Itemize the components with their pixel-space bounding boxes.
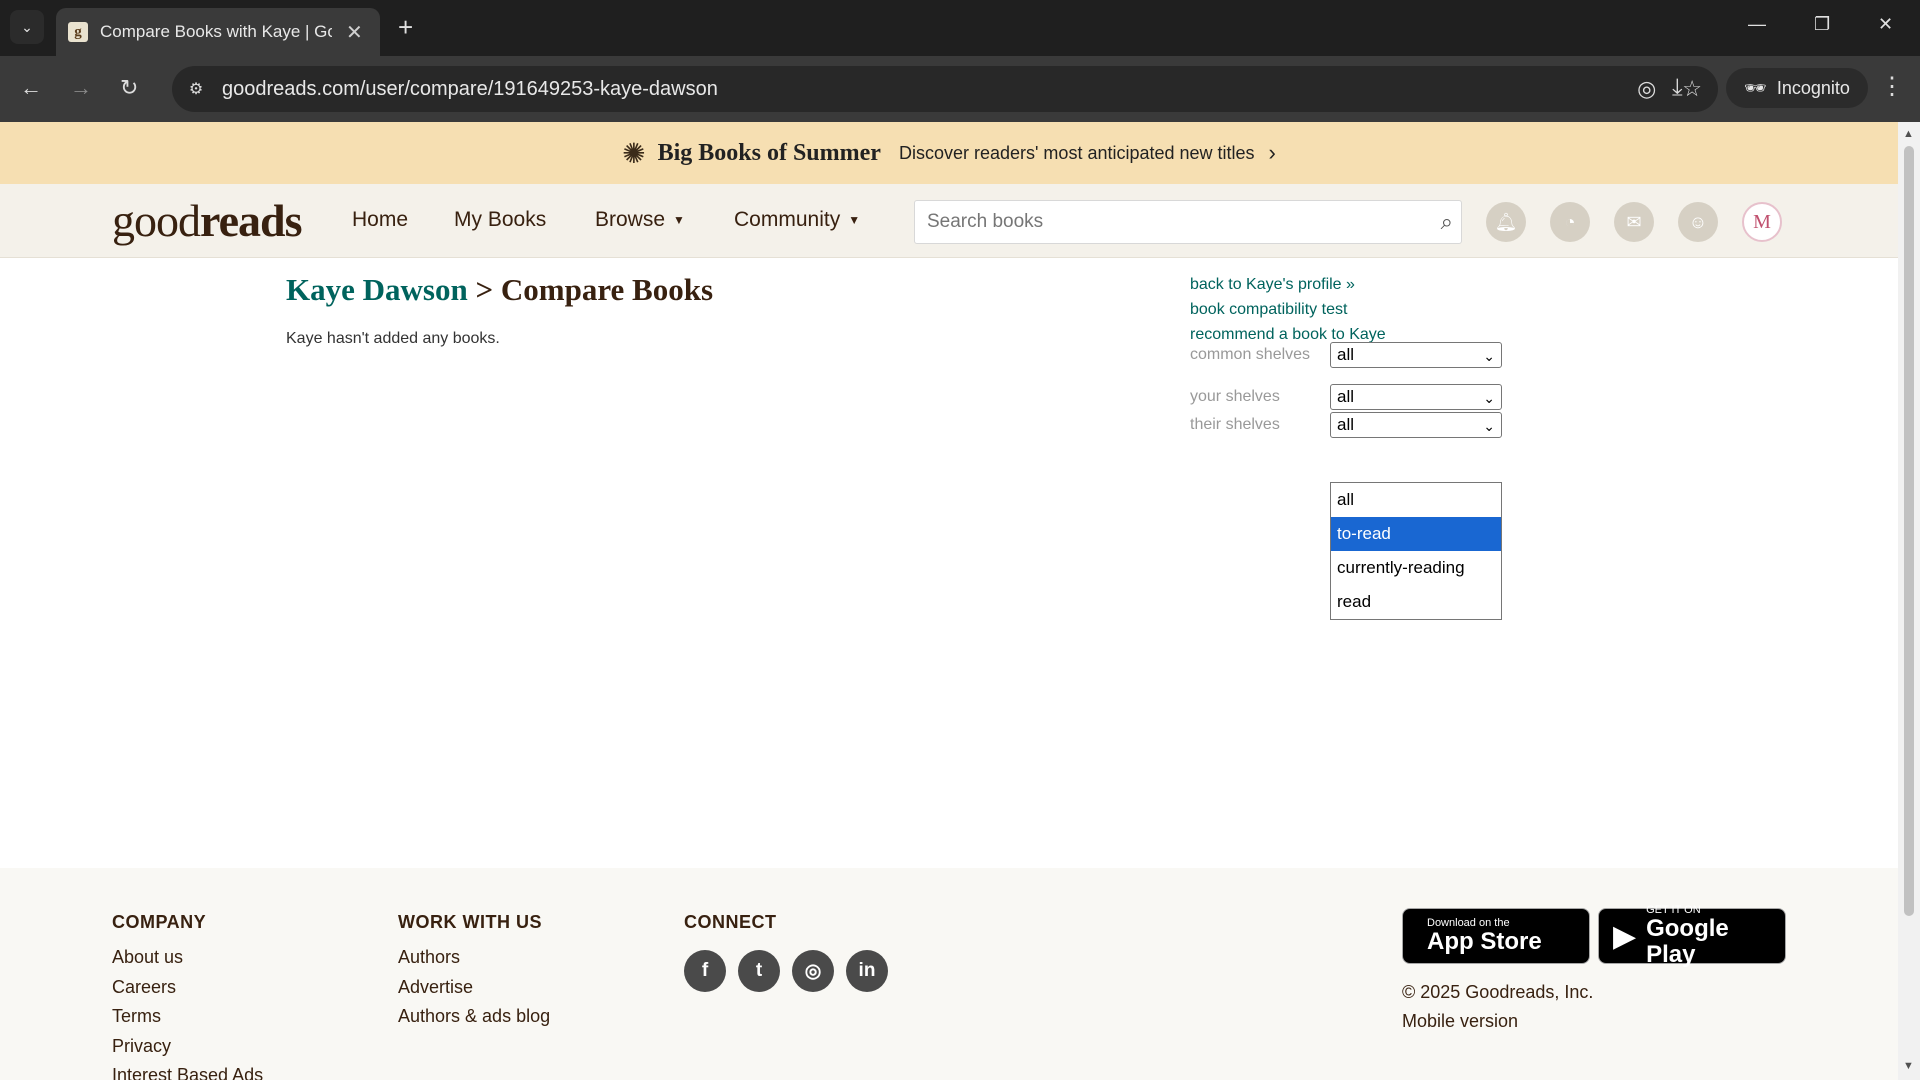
user-profile-link[interactable]: Kaye Dawson bbox=[286, 272, 468, 307]
browser-tab-strip: ⌄ g Compare Books with Kaye | Goodreads … bbox=[0, 0, 1920, 56]
window-close-icon[interactable]: ✕ bbox=[1878, 14, 1893, 35]
linkedin-icon[interactable]: in bbox=[846, 950, 888, 992]
promo-banner[interactable]: ✺ Big Books of Summer Discover readers' … bbox=[0, 122, 1898, 184]
forward-arrow-icon[interactable]: → bbox=[70, 76, 92, 100]
bell-icon[interactable]: 🔔︎ bbox=[1486, 202, 1526, 242]
download-icon[interactable]: ⤓ bbox=[1672, 74, 1683, 102]
social-links: f t ◎ in bbox=[684, 950, 888, 992]
incognito-icon: 🕶 bbox=[1744, 77, 1767, 98]
your-shelves-label: your shelves bbox=[1190, 388, 1280, 405]
footer-heading: WORK WITH US bbox=[398, 912, 542, 932]
footer-connect: CONNECT bbox=[684, 912, 777, 943]
twitter-icon[interactable]: t bbox=[738, 950, 780, 992]
url-text[interactable]: goodreads.com/user/compare/191649253-kay… bbox=[222, 78, 718, 101]
page-scrollbar[interactable]: ▲ ▼ bbox=[1898, 122, 1920, 1080]
scrollbar-thumb[interactable] bbox=[1904, 146, 1914, 916]
restore-icon[interactable]: ❐ bbox=[1814, 14, 1830, 35]
empty-message: Kaye hasn't added any books. bbox=[286, 330, 500, 347]
common-shelves-select[interactable]: all ⌄ bbox=[1330, 342, 1502, 368]
footer-link[interactable]: Advertise bbox=[398, 973, 550, 1003]
bookmark-star-icon[interactable]: ☆ bbox=[1682, 76, 1702, 102]
promo-title: Big Books of Summer bbox=[657, 139, 881, 166]
site-footer: COMPANY About us Careers Terms Privacy I… bbox=[0, 868, 1898, 1080]
facebook-icon[interactable]: f bbox=[684, 950, 726, 992]
caret-down-icon: ▼ bbox=[673, 213, 685, 228]
chevron-down-icon: ⌄ bbox=[1483, 390, 1495, 406]
footer-link[interactable]: Authors bbox=[398, 943, 550, 973]
address-bar[interactable]: ⚙ goodreads.com/user/compare/191649253-k… bbox=[172, 66, 1718, 112]
avatar[interactable]: M bbox=[1742, 202, 1782, 242]
incognito-badge[interactable]: 🕶 Incognito bbox=[1726, 68, 1868, 108]
page-title: Kaye Dawson > Compare Books bbox=[286, 272, 714, 307]
site-settings-icon[interactable]: ⚙ bbox=[182, 75, 210, 103]
browser-menu-icon[interactable]: ⋮ bbox=[1880, 72, 1904, 101]
common-shelves-label: common shelves bbox=[1190, 346, 1311, 363]
chevron-down-icon: ⌄ bbox=[1483, 418, 1495, 434]
browser-tab-active[interactable]: g Compare Books with Kaye | Goodreads ✕ bbox=[56, 8, 380, 56]
goodreads-favicon-icon: g bbox=[68, 22, 88, 42]
browser-toolbar: ← → ↻ ⚙ goodreads.com/user/compare/19164… bbox=[0, 56, 1920, 122]
nav-my-books[interactable]: My Books bbox=[454, 208, 546, 232]
search-icon[interactable]: ⌕ bbox=[1441, 209, 1453, 235]
nav-community[interactable]: Community ▼ bbox=[734, 208, 860, 232]
tab-title: Compare Books with Kaye | Goodreads bbox=[100, 22, 332, 41]
chat-icon[interactable]: ◔ bbox=[1550, 202, 1590, 242]
play-triangle-icon: ▶ bbox=[1613, 919, 1637, 953]
minimize-icon[interactable]: — bbox=[1748, 14, 1766, 35]
footer-link[interactable]: Privacy bbox=[112, 1032, 263, 1062]
caret-down-icon: ▼ bbox=[848, 213, 861, 228]
chevron-right-icon: › bbox=[1268, 140, 1276, 165]
nav-home[interactable]: Home bbox=[352, 208, 408, 232]
dropdown-option-currently-reading[interactable]: currently-reading bbox=[1331, 551, 1501, 585]
scroll-down-icon[interactable]: ▼ bbox=[1903, 1060, 1914, 1072]
back-to-profile-link[interactable]: back to Kaye's profile » bbox=[1190, 272, 1386, 297]
search-box: ⌕ bbox=[914, 200, 1462, 244]
dropdown-option-all[interactable]: all bbox=[1331, 483, 1501, 517]
their-shelves-dropdown-list: all to-read currently-reading read bbox=[1330, 482, 1502, 620]
footer-heading: COMPANY bbox=[112, 912, 207, 932]
promo-text: Discover readers' most anticipated new t… bbox=[898, 142, 1255, 163]
footer-link[interactable]: Authors & ads blog bbox=[398, 1002, 550, 1032]
scroll-up-icon[interactable]: ▲ bbox=[1903, 128, 1914, 140]
their-shelves-select[interactable]: all ⌄ bbox=[1330, 412, 1502, 438]
back-arrow-icon[interactable]: ← bbox=[20, 76, 42, 100]
friends-icon[interactable]: ☺ bbox=[1678, 202, 1718, 242]
dropdown-option-read[interactable]: read bbox=[1331, 585, 1501, 619]
footer-company: COMPANY About us Careers Terms Privacy I… bbox=[112, 912, 263, 1080]
reload-icon[interactable]: ↻ bbox=[120, 76, 138, 100]
app-store-badge[interactable]: Download on the App Store bbox=[1402, 908, 1590, 964]
footer-link[interactable]: Terms bbox=[112, 1002, 263, 1032]
tab-close-icon[interactable]: ✕ bbox=[346, 20, 363, 45]
tab-search-button[interactable]: ⌄ bbox=[10, 10, 44, 44]
search-input[interactable] bbox=[915, 201, 1405, 243]
footer-work-with-us: WORK WITH US Authors Advertise Authors &… bbox=[398, 912, 550, 1032]
nav-browse[interactable]: Browse ▼ bbox=[595, 208, 685, 232]
footer-link[interactable]: About us bbox=[112, 943, 263, 973]
footer-link[interactable]: Interest Based Ads bbox=[112, 1061, 263, 1080]
goodreads-logo[interactable]: goodreads bbox=[112, 194, 302, 247]
footer-link[interactable]: Careers bbox=[112, 973, 263, 1003]
mail-icon[interactable]: ✉ bbox=[1614, 202, 1654, 242]
book-sparkle-icon: ✺ bbox=[622, 137, 646, 169]
new-tab-button[interactable]: + bbox=[398, 12, 413, 42]
mobile-version-link[interactable]: Mobile version bbox=[1402, 1011, 1518, 1032]
compatibility-test-link[interactable]: book compatibility test bbox=[1190, 297, 1386, 322]
incognito-label: Incognito bbox=[1776, 77, 1850, 98]
eye-off-icon[interactable]: ◎ bbox=[1637, 76, 1656, 102]
side-links: back to Kaye's profile » book compatibil… bbox=[1190, 272, 1386, 347]
page-viewport: ✺ Big Books of Summer Discover readers' … bbox=[0, 122, 1898, 1080]
google-play-badge[interactable]: ▶ GET IT ON Google Play bbox=[1598, 904, 1786, 968]
site-header: goodreads Home My Books Browse ▼ Communit… bbox=[0, 184, 1898, 258]
dropdown-option-to-read[interactable]: to-read bbox=[1331, 517, 1501, 551]
chevron-down-icon: ⌄ bbox=[1483, 348, 1495, 364]
copyright-text: © 2025 Goodreads, Inc. bbox=[1402, 982, 1594, 1002]
their-shelves-label: their shelves bbox=[1190, 416, 1280, 433]
your-shelves-select[interactable]: all ⌄ bbox=[1330, 384, 1502, 410]
footer-heading: CONNECT bbox=[684, 912, 777, 932]
instagram-icon[interactable]: ◎ bbox=[792, 950, 834, 992]
